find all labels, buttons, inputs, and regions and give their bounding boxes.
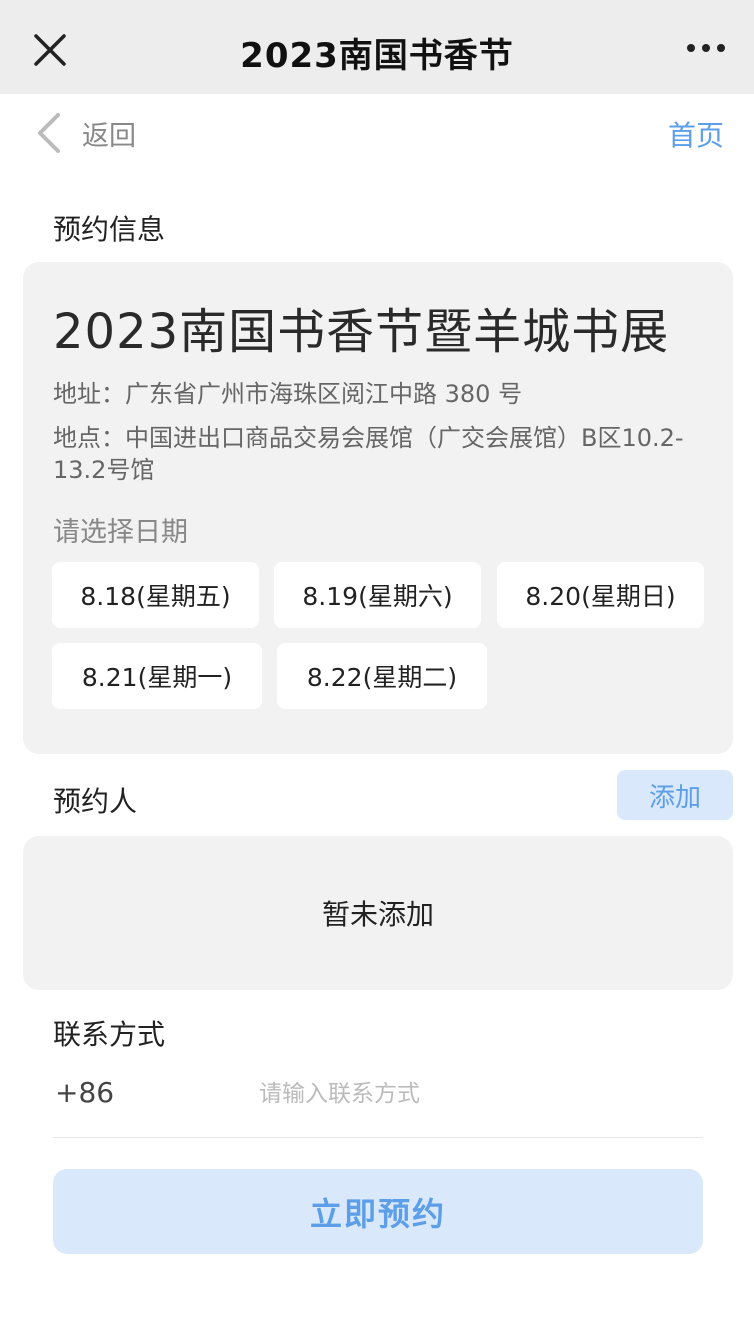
country-code[interactable]: +86	[55, 1076, 114, 1109]
submit-booking-button[interactable]: 立即预约	[53, 1169, 703, 1254]
empty-state-text: 暂未添加	[321, 898, 434, 931]
event-info-card: 2023南国书香节暨羊城书展 地址：广东省广州市海珠区阅江中路 380 号 地点…	[23, 262, 733, 754]
booker-list: 暂未添加	[23, 836, 733, 990]
more-dots-icon[interactable]	[686, 38, 726, 58]
home-link[interactable]: 首页	[668, 114, 724, 154]
choose-date-label: 请选择日期	[53, 517, 188, 548]
date-option[interactable]: 8.22(星期二)	[277, 643, 487, 709]
contact-label: 联系方式	[53, 1018, 166, 1051]
event-address: 地址：广东省广州市海珠区阅江中路 380 号	[53, 380, 523, 408]
back-button[interactable]: 返回	[36, 110, 136, 156]
top-bar: 2023南国书香节	[0, 0, 754, 94]
date-option[interactable]: 8.21(星期一)	[52, 643, 262, 709]
contact-row: +86	[53, 1066, 703, 1138]
chevron-left-icon	[38, 113, 60, 153]
nav-row: 返回 首页	[0, 94, 754, 174]
phone-input[interactable]	[259, 1074, 689, 1114]
page-title: 2023南国书香节	[240, 36, 514, 76]
event-title: 2023南国书香节暨羊城书展	[53, 304, 670, 360]
event-venue: 地点：中国进出口商品交易会展馆（广交会展馆）B区10.2-13.2号馆	[53, 424, 684, 484]
date-option[interactable]: 8.19(星期六)	[274, 562, 481, 628]
booker-label: 预约人	[53, 785, 138, 818]
back-label: 返回	[82, 120, 136, 152]
add-booker-button[interactable]: 添加	[617, 770, 733, 820]
booking-info-label: 预约信息	[53, 213, 166, 246]
date-option[interactable]: 8.20(星期日)	[497, 562, 704, 628]
date-option[interactable]: 8.18(星期五)	[52, 562, 259, 628]
